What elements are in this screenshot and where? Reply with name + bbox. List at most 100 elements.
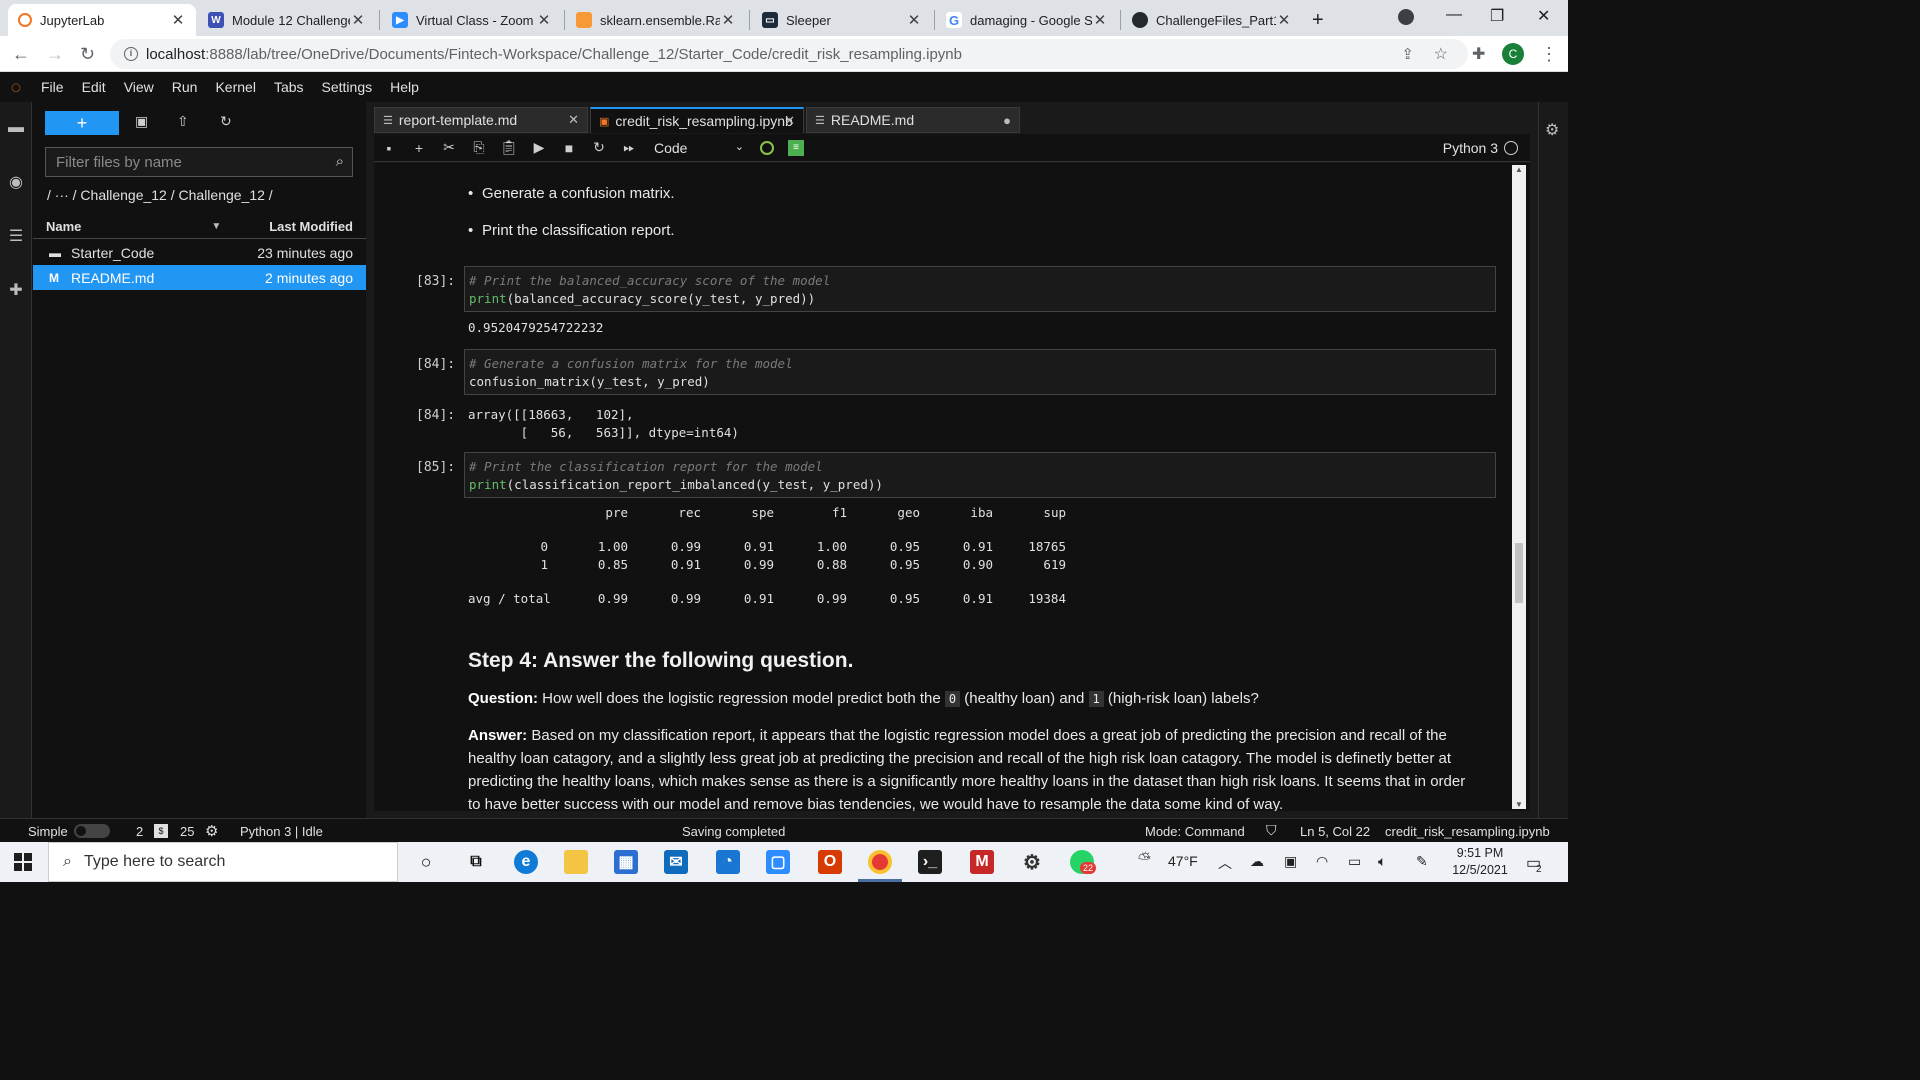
wifi-icon[interactable]: ◠ [1316, 853, 1328, 870]
close-icon[interactable]: ✕ [536, 11, 552, 29]
new-folder-icon[interactable]: ▣ [135, 113, 148, 130]
cut-icon[interactable]: ✂ [434, 139, 464, 156]
close-icon[interactable]: ✕ [350, 11, 366, 29]
breadcrumb[interactable]: / ··· / Challenge_12 / Challenge_12 / [47, 187, 273, 203]
browser-tab-module12[interactable]: W Module 12 Challenge ✕ [198, 4, 376, 36]
doc-tab-notebook[interactable]: ▣ credit_risk_resampling.ipynb ✕ [590, 107, 804, 133]
terminal-app-icon[interactable]: ›_ [918, 850, 942, 874]
extension-icon[interactable]: ✚ [6, 280, 26, 300]
new-launcher-button[interactable]: + [45, 111, 119, 135]
scroll-down-icon[interactable]: ▼ [1515, 800, 1523, 809]
windows-start-icon[interactable] [14, 853, 32, 871]
close-icon[interactable]: ✕ [906, 11, 922, 29]
doc-tab-readme[interactable]: ☰ README.md ● [806, 107, 1020, 133]
close-icon[interactable]: ✕ [784, 113, 795, 129]
site-info-icon[interactable]: i [124, 47, 138, 61]
zoom-taskbar-icon[interactable]: ▢ [766, 850, 790, 874]
file-explorer-icon[interactable] [564, 850, 588, 874]
close-icon[interactable]: ✕ [1092, 11, 1108, 29]
new-tab-button[interactable]: + [1312, 4, 1342, 36]
task-view-icon[interactable]: ⧉ [464, 850, 488, 874]
modified-column-header[interactable]: Last Modified [269, 219, 353, 234]
window-close-icon[interactable]: ✕ [1537, 6, 1550, 26]
menu-view[interactable]: View [115, 79, 163, 95]
code-cell-83[interactable]: # Print the balanced_accuracy score of t… [464, 266, 1496, 312]
menu-edit[interactable]: Edit [73, 79, 115, 95]
unsaved-dot-icon[interactable]: ● [1003, 113, 1011, 128]
onedrive-icon[interactable]: ☁ [1250, 853, 1264, 870]
tab-search-icon[interactable] [1398, 9, 1414, 25]
cortana-icon[interactable]: ○ [414, 850, 438, 874]
weather-icon[interactable]: ⛅︎ [1138, 851, 1151, 869]
url-input[interactable]: i localhost:8888/lab/tree/OneDrive/Docum… [110, 39, 1468, 69]
copy-icon[interactable]: ⎘ [464, 139, 494, 156]
close-icon[interactable]: ✕ [568, 112, 579, 128]
chrome-icon[interactable] [868, 850, 892, 874]
profile-avatar[interactable]: C [1502, 43, 1524, 65]
code-cell-85[interactable]: # Print the classification report for th… [464, 452, 1496, 498]
terminal-count[interactable]: 2 [136, 824, 143, 839]
sort-caret-icon[interactable]: ▼ [211, 221, 221, 232]
minimize-icon[interactable]: — [1446, 6, 1462, 24]
system-clock[interactable]: 9:51 PM 12/5/2021 [1444, 845, 1516, 879]
edge-icon[interactable]: e [514, 850, 538, 874]
mode-indicator[interactable]: Mode: Command [1145, 824, 1245, 839]
shield-icon[interactable]: ⛉ [1266, 822, 1277, 839]
property-inspector-icon[interactable]: ⚙ [1545, 120, 1559, 140]
code-cell-84[interactable]: # Generate a confusion matrix for the mo… [464, 349, 1496, 395]
browser-tab-github[interactable]: ChallengeFiles_Part12 ✕ [1122, 4, 1302, 36]
tray-chevron-icon[interactable]: ︿ [1218, 853, 1232, 873]
paste-icon[interactable]: 📋︎ [494, 139, 524, 156]
browser-tab-google[interactable]: G damaging - Google S ✕ [936, 4, 1118, 36]
run-icon[interactable]: ▶ [524, 139, 554, 156]
stop-icon[interactable]: ■ [554, 140, 584, 156]
name-column-header[interactable]: Name [46, 219, 211, 234]
save-icon[interactable]: ▪ [374, 140, 404, 156]
kernel-count[interactable]: 25 [180, 824, 194, 839]
app-icon[interactable]: ◔ [716, 850, 740, 874]
share-icon[interactable]: ⇪ [1401, 45, 1414, 63]
close-icon[interactable]: ✕ [170, 11, 186, 29]
doc-tab-report-template[interactable]: ☰ report-template.md ✕ [374, 107, 588, 133]
notebook-scrollbar[interactable]: ▲ ▼ [1512, 165, 1526, 809]
file-row-readme[interactable]: M README.md 2 minutes ago [33, 265, 366, 290]
taskbar-search-input[interactable]: ⌕ Type here to search [48, 842, 398, 882]
running-icon[interactable]: ◉ [6, 172, 26, 192]
menu-run[interactable]: Run [163, 79, 207, 95]
mail-icon[interactable]: ✉ [664, 850, 688, 874]
browser-tab-zoom[interactable]: ▶ Virtual Class - Zoom ✕ [382, 4, 562, 36]
run-all-icon[interactable]: ⏩︎ [614, 139, 644, 156]
browser-tab-jupyterlab[interactable]: JupyterLab ✕ [8, 4, 196, 36]
volume-icon[interactable]: 🔈︎ [1378, 853, 1386, 870]
refresh-icon[interactable]: ↻ [220, 113, 232, 130]
menu-help[interactable]: Help [381, 79, 428, 95]
bookmark-star-icon[interactable]: ☆ [1434, 44, 1448, 64]
scroll-up-icon[interactable]: ▲ [1515, 165, 1523, 174]
browser-tab-sleeper[interactable]: ▭ Sleeper ✕ [752, 4, 932, 36]
forward-icon[interactable]: → [46, 44, 64, 65]
folder-icon[interactable]: ▬ [6, 118, 26, 138]
menu-kernel[interactable]: Kernel [206, 79, 264, 95]
office-icon[interactable]: O [818, 850, 842, 874]
store-icon[interactable]: ▦ [614, 850, 638, 874]
chrome-menu-icon[interactable]: ⋮ [1540, 44, 1558, 65]
back-icon[interactable]: ← [12, 44, 30, 65]
scrollbar-thumb[interactable] [1515, 543, 1523, 603]
cursor-position[interactable]: Ln 5, Col 22 [1300, 824, 1370, 839]
mcafee-icon[interactable]: M [970, 850, 994, 874]
reload-icon[interactable]: ↻ [80, 44, 95, 65]
sheet-icon[interactable]: ≡ [788, 139, 804, 156]
weather-temp[interactable]: 47°F [1168, 853, 1198, 869]
menu-tabs[interactable]: Tabs [265, 79, 313, 95]
menu-file[interactable]: File [32, 79, 73, 95]
filter-files-input[interactable]: Filter files by name ⌕ [45, 147, 353, 177]
simple-mode-toggle[interactable] [74, 824, 110, 838]
extensions-icon[interactable]: ✚ [1472, 44, 1485, 64]
menu-settings[interactable]: Settings [313, 79, 382, 95]
kernel-status[interactable]: Python 3 | Idle [240, 824, 323, 839]
close-icon[interactable]: ✕ [1276, 11, 1292, 29]
close-icon[interactable]: ✕ [720, 11, 736, 29]
browser-tab-sklearn[interactable]: sklearn.ensemble.Ranc ✕ [566, 4, 746, 36]
kernel-name[interactable]: Python 3 [1443, 140, 1498, 156]
device-icon[interactable]: ▣ [1284, 853, 1297, 870]
